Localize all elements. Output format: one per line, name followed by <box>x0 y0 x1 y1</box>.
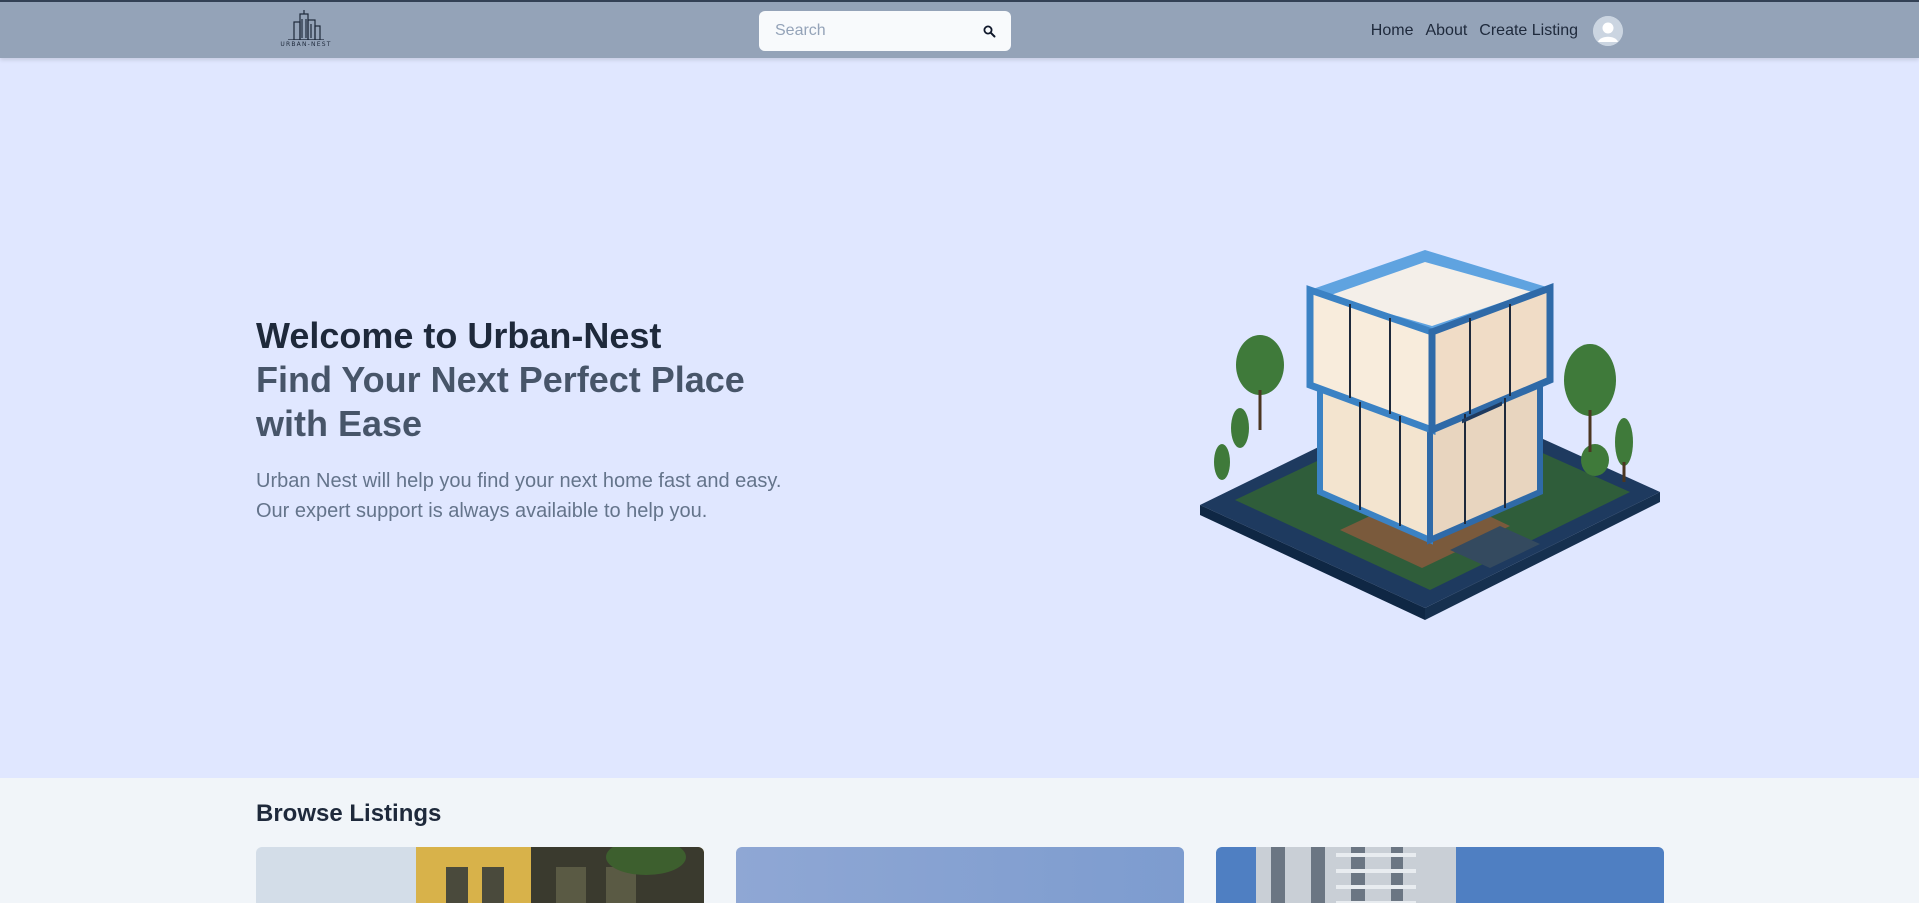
nav-link-create-listing[interactable]: Create Listing <box>1479 22 1578 40</box>
listing-image <box>736 847 1184 903</box>
search-bar <box>759 11 1011 51</box>
listings-section: Browse Listings <box>0 778 1919 903</box>
listing-card[interactable] <box>256 847 704 903</box>
hero-title-line2: Find Your Next Perfect Place with Ease <box>256 359 745 444</box>
search-input[interactable] <box>775 22 982 40</box>
listing-card[interactable] <box>1216 847 1664 903</box>
logo-text: URBAN-NEST <box>280 41 332 48</box>
hero-desc-line2: Our expert support is always availaible … <box>256 500 708 522</box>
search-icon[interactable] <box>982 23 997 39</box>
hero-section: Welcome to Urban-Nest Find Your Next Per… <box>0 58 1919 778</box>
listing-image <box>256 847 704 903</box>
hero-desc-line1: Urban Nest will help you find your next … <box>256 470 782 492</box>
hero-title-line1: Welcome to Urban-Nest <box>256 315 662 356</box>
nav-link-home[interactable]: Home <box>1371 22 1414 40</box>
hero-house-illustration <box>1200 230 1660 620</box>
top-navbar: URBAN-NEST Home About Create Listing <box>0 0 1919 58</box>
hero-title: Welcome to Urban-Nest Find Your Next Per… <box>256 314 816 446</box>
hero-description: Urban Nest will help you find your next … <box>256 466 816 526</box>
page: URBAN-NEST Home About Create Listing <box>0 0 1919 903</box>
listings-title: Browse Listings <box>256 800 442 827</box>
listing-image <box>1216 847 1664 903</box>
site-logo[interactable]: URBAN-NEST <box>280 10 332 50</box>
main-nav: Home About Create Listing <box>1371 12 1623 50</box>
listing-card[interactable] <box>736 847 1184 903</box>
nav-link-about[interactable]: About <box>1425 22 1467 40</box>
building-logo-icon <box>288 10 324 40</box>
user-avatar-icon[interactable] <box>1593 16 1623 46</box>
